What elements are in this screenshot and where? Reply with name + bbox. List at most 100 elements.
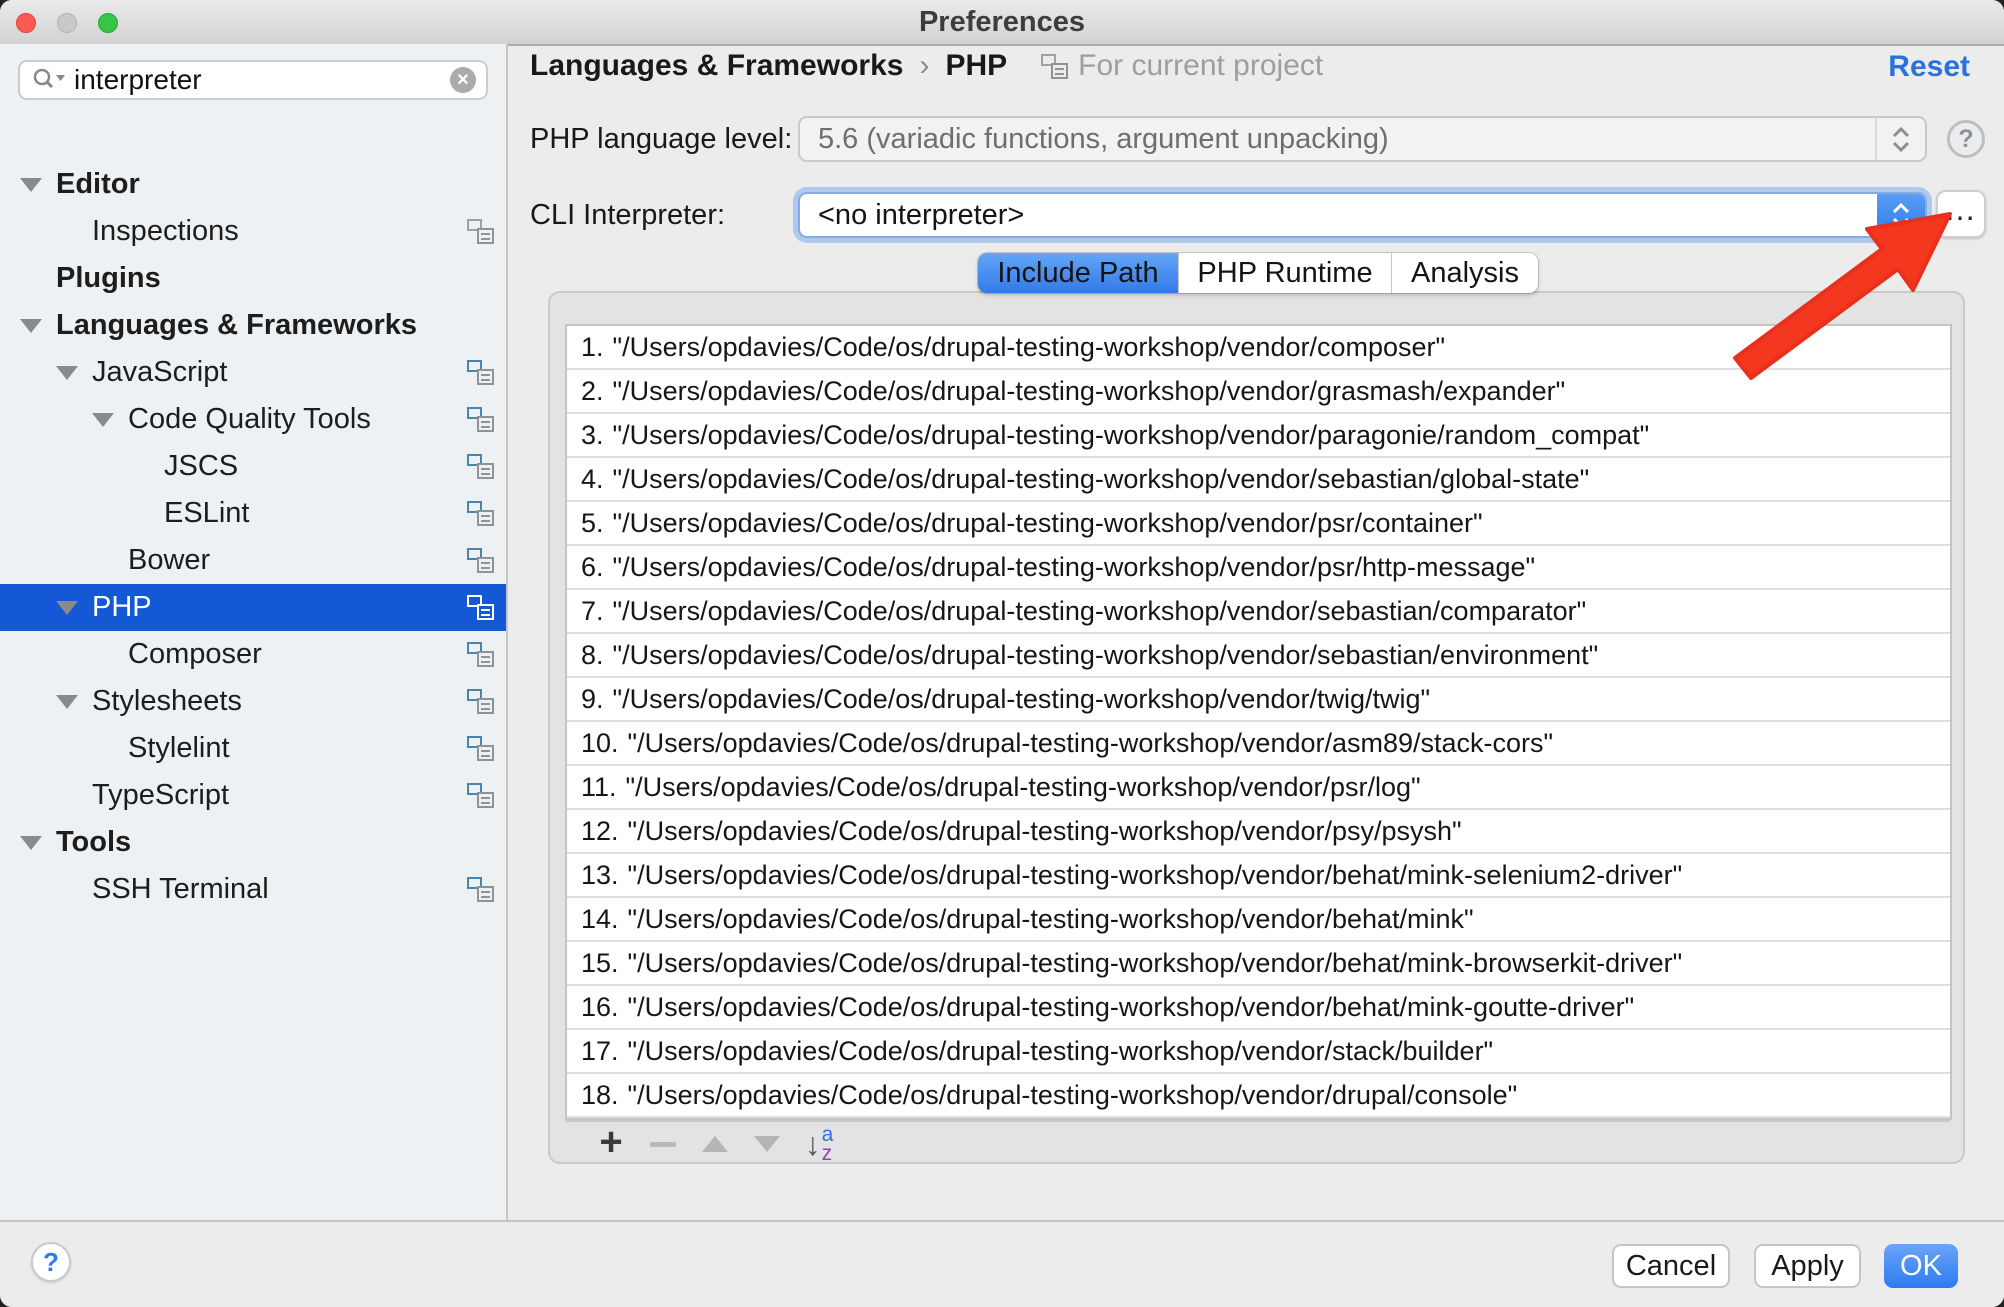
row-path: "/Users/opdavies/Code/os/drupal-testing-… bbox=[613, 508, 1483, 539]
move-down-button[interactable] bbox=[741, 1124, 793, 1164]
include-path-row[interactable]: 16."/Users/opdavies/Code/os/drupal-testi… bbox=[567, 986, 1950, 1030]
include-path-row[interactable]: 6."/Users/opdavies/Code/os/drupal-testin… bbox=[567, 546, 1950, 590]
sidebar-item-inspections[interactable]: Inspections bbox=[0, 208, 506, 255]
per-project-pages-icon bbox=[467, 783, 494, 808]
apply-button[interactable]: Apply bbox=[1754, 1244, 1861, 1288]
tab-php-runtime[interactable]: PHP Runtime bbox=[1178, 253, 1392, 293]
sidebar-item-ssh-terminal[interactable]: SSH Terminal bbox=[0, 866, 506, 913]
sidebar-item-plugins[interactable]: Plugins bbox=[0, 255, 506, 302]
include-path-row[interactable]: 14."/Users/opdavies/Code/os/drupal-testi… bbox=[567, 898, 1950, 942]
sidebar-item-stylelint[interactable]: Stylelint bbox=[0, 725, 506, 772]
row-number: 9. bbox=[581, 684, 604, 715]
sidebar-item-composer[interactable]: Composer bbox=[0, 631, 506, 678]
sidebar-item-label: JavaScript bbox=[92, 356, 227, 389]
row-path: "/Users/opdavies/Code/os/drupal-testing-… bbox=[613, 684, 1431, 715]
include-path-row[interactable]: 5."/Users/opdavies/Code/os/drupal-testin… bbox=[567, 502, 1950, 546]
sidebar-item-label: Tools bbox=[56, 826, 131, 859]
chevron-slot bbox=[92, 554, 128, 568]
row-path: "/Users/opdavies/Code/os/drupal-testing-… bbox=[628, 816, 1462, 847]
sidebar-item-label: Languages & Frameworks bbox=[56, 309, 417, 342]
stepper-chevrons-icon[interactable] bbox=[1875, 118, 1925, 160]
move-up-button[interactable] bbox=[689, 1124, 741, 1164]
chevron-down-icon[interactable] bbox=[20, 178, 56, 192]
include-path-row[interactable]: 10."/Users/opdavies/Code/os/drupal-testi… bbox=[567, 722, 1950, 766]
language-level-value: 5.6 (variadic functions, argument unpack… bbox=[800, 123, 1875, 156]
minimize-button[interactable] bbox=[57, 13, 77, 33]
include-path-row[interactable]: 17."/Users/opdavies/Code/os/drupal-testi… bbox=[567, 1030, 1950, 1074]
reset-link[interactable]: Reset bbox=[1888, 50, 1970, 84]
include-path-row[interactable]: 13."/Users/opdavies/Code/os/drupal-testi… bbox=[567, 854, 1950, 898]
add-path-button[interactable]: + bbox=[585, 1124, 637, 1164]
remove-path-button[interactable] bbox=[637, 1124, 689, 1164]
include-path-row[interactable]: 8. "/Users/opdavies/Code/os/drupal-testin… bbox=[567, 634, 1950, 678]
sidebar-item-javascript[interactable]: JavaScript bbox=[0, 349, 506, 396]
row-path: "/Users/opdavies/Code/os/drupal-testing-… bbox=[628, 992, 1635, 1023]
include-path-row[interactable]: 4."/Users/opdavies/Code/os/drupal-testin… bbox=[567, 458, 1950, 502]
zoom-button[interactable] bbox=[98, 13, 118, 33]
sidebar-item-typescript[interactable]: TypeScript bbox=[0, 772, 506, 819]
sidebar-item-tools[interactable]: Tools bbox=[0, 819, 506, 866]
sidebar-item-label: Code Quality Tools bbox=[128, 403, 371, 436]
include-path-row[interactable]: 9. "/Users/opdavies/Code/os/drupal-testin… bbox=[567, 678, 1950, 722]
tab-include-path[interactable]: Include Path bbox=[978, 253, 1178, 293]
title-bar: Preferences bbox=[0, 0, 2004, 46]
chevron-slot bbox=[56, 225, 92, 239]
sidebar-item-code-quality-tools[interactable]: Code Quality Tools bbox=[0, 396, 506, 443]
per-project-pages-icon bbox=[467, 407, 494, 432]
include-path-row[interactable]: 7."/Users/opdavies/Code/os/drupal-testin… bbox=[567, 590, 1950, 634]
row-number: 6. bbox=[581, 552, 604, 583]
language-level-select[interactable]: 5.6 (variadic functions, argument unpack… bbox=[798, 116, 1927, 162]
sidebar-item-languages-frameworks[interactable]: Languages & Frameworks bbox=[0, 302, 506, 349]
tab-analysis[interactable]: Analysis bbox=[1392, 253, 1538, 293]
include-path-row[interactable]: 2."/Users/opdavies/Code/os/drupal-testin… bbox=[567, 370, 1950, 414]
cli-interpreter-select[interactable]: <no interpreter> bbox=[798, 192, 1927, 238]
php-settings-tabs: Include Path PHP Runtime Analysis bbox=[978, 253, 1538, 293]
sidebar-item-stylesheets[interactable]: Stylesheets bbox=[0, 678, 506, 725]
include-path-row[interactable]: 12. "/Users/opdavies/Code/os/drupal-testi… bbox=[567, 810, 1950, 854]
chevron-slot bbox=[128, 507, 164, 521]
settings-sidebar: × Editor Inspections Plugins Languages &… bbox=[0, 44, 508, 1222]
row-path: "/Users/opdavies/Code/os/drupal-testing-… bbox=[613, 640, 1599, 671]
chevron-down-icon[interactable] bbox=[56, 695, 92, 709]
row-number: 13. bbox=[581, 860, 619, 891]
close-button[interactable] bbox=[16, 13, 36, 33]
include-path-row[interactable]: 11."/Users/opdavies/Code/os/drupal-testi… bbox=[567, 766, 1950, 810]
chevron-down-icon[interactable] bbox=[56, 601, 92, 615]
search-field[interactable]: × bbox=[18, 60, 488, 100]
sidebar-item-editor[interactable]: Editor bbox=[0, 161, 506, 208]
sidebar-item-bower[interactable]: Bower bbox=[0, 537, 506, 584]
stepper-chevrons-icon[interactable] bbox=[1877, 194, 1925, 236]
sidebar-item-label: Stylesheets bbox=[92, 685, 242, 718]
row-number: 4. bbox=[581, 464, 604, 495]
arrow-down-icon bbox=[754, 1136, 780, 1152]
include-path-row[interactable]: 15."/Users/opdavies/Code/os/drupal-testi… bbox=[567, 942, 1950, 986]
search-icon[interactable] bbox=[32, 67, 66, 93]
row-number: 8. bbox=[581, 640, 604, 671]
help-button[interactable]: ? bbox=[31, 1242, 71, 1282]
row-number: 12. bbox=[581, 816, 619, 847]
per-project-pages-icon bbox=[467, 689, 494, 714]
cancel-button[interactable]: Cancel bbox=[1612, 1244, 1730, 1288]
row-number: 1. bbox=[581, 332, 604, 363]
chevron-down-icon[interactable] bbox=[56, 366, 92, 380]
browse-interpreters-button[interactable]: … bbox=[1936, 190, 1986, 238]
sidebar-item-jscs[interactable]: JSCS bbox=[0, 443, 506, 490]
row-number: 18. bbox=[581, 1080, 619, 1111]
sidebar-item-php[interactable]: PHP bbox=[0, 584, 506, 631]
per-project-pages-icon bbox=[467, 454, 494, 479]
settings-tree: Editor Inspections Plugins Languages & F… bbox=[0, 161, 506, 913]
chevron-down-icon[interactable] bbox=[92, 413, 128, 427]
field-help-icon[interactable]: ? bbox=[1947, 120, 1985, 158]
include-path-row[interactable]: 18."/Users/opdavies/Code/os/drupal-testi… bbox=[567, 1074, 1950, 1118]
row-path: "/Users/opdavies/Code/os/drupal-testing-… bbox=[613, 376, 1566, 407]
sidebar-item-eslint[interactable]: ESLint bbox=[0, 490, 506, 537]
ok-button[interactable]: OK bbox=[1884, 1244, 1958, 1288]
include-path-row[interactable]: 3."/Users/opdavies/Code/os/drupal-testin… bbox=[567, 414, 1950, 458]
search-input[interactable] bbox=[74, 64, 450, 96]
chevron-down-icon[interactable] bbox=[20, 319, 56, 333]
per-project-pages-icon bbox=[467, 736, 494, 761]
include-path-row[interactable]: 1."/Users/opdavies/Code/os/drupal-testin… bbox=[567, 326, 1950, 370]
chevron-down-icon[interactable] bbox=[20, 836, 56, 850]
sort-alphabetically-button[interactable]: ↓ a z bbox=[793, 1124, 845, 1164]
clear-search-icon[interactable]: × bbox=[450, 67, 476, 93]
